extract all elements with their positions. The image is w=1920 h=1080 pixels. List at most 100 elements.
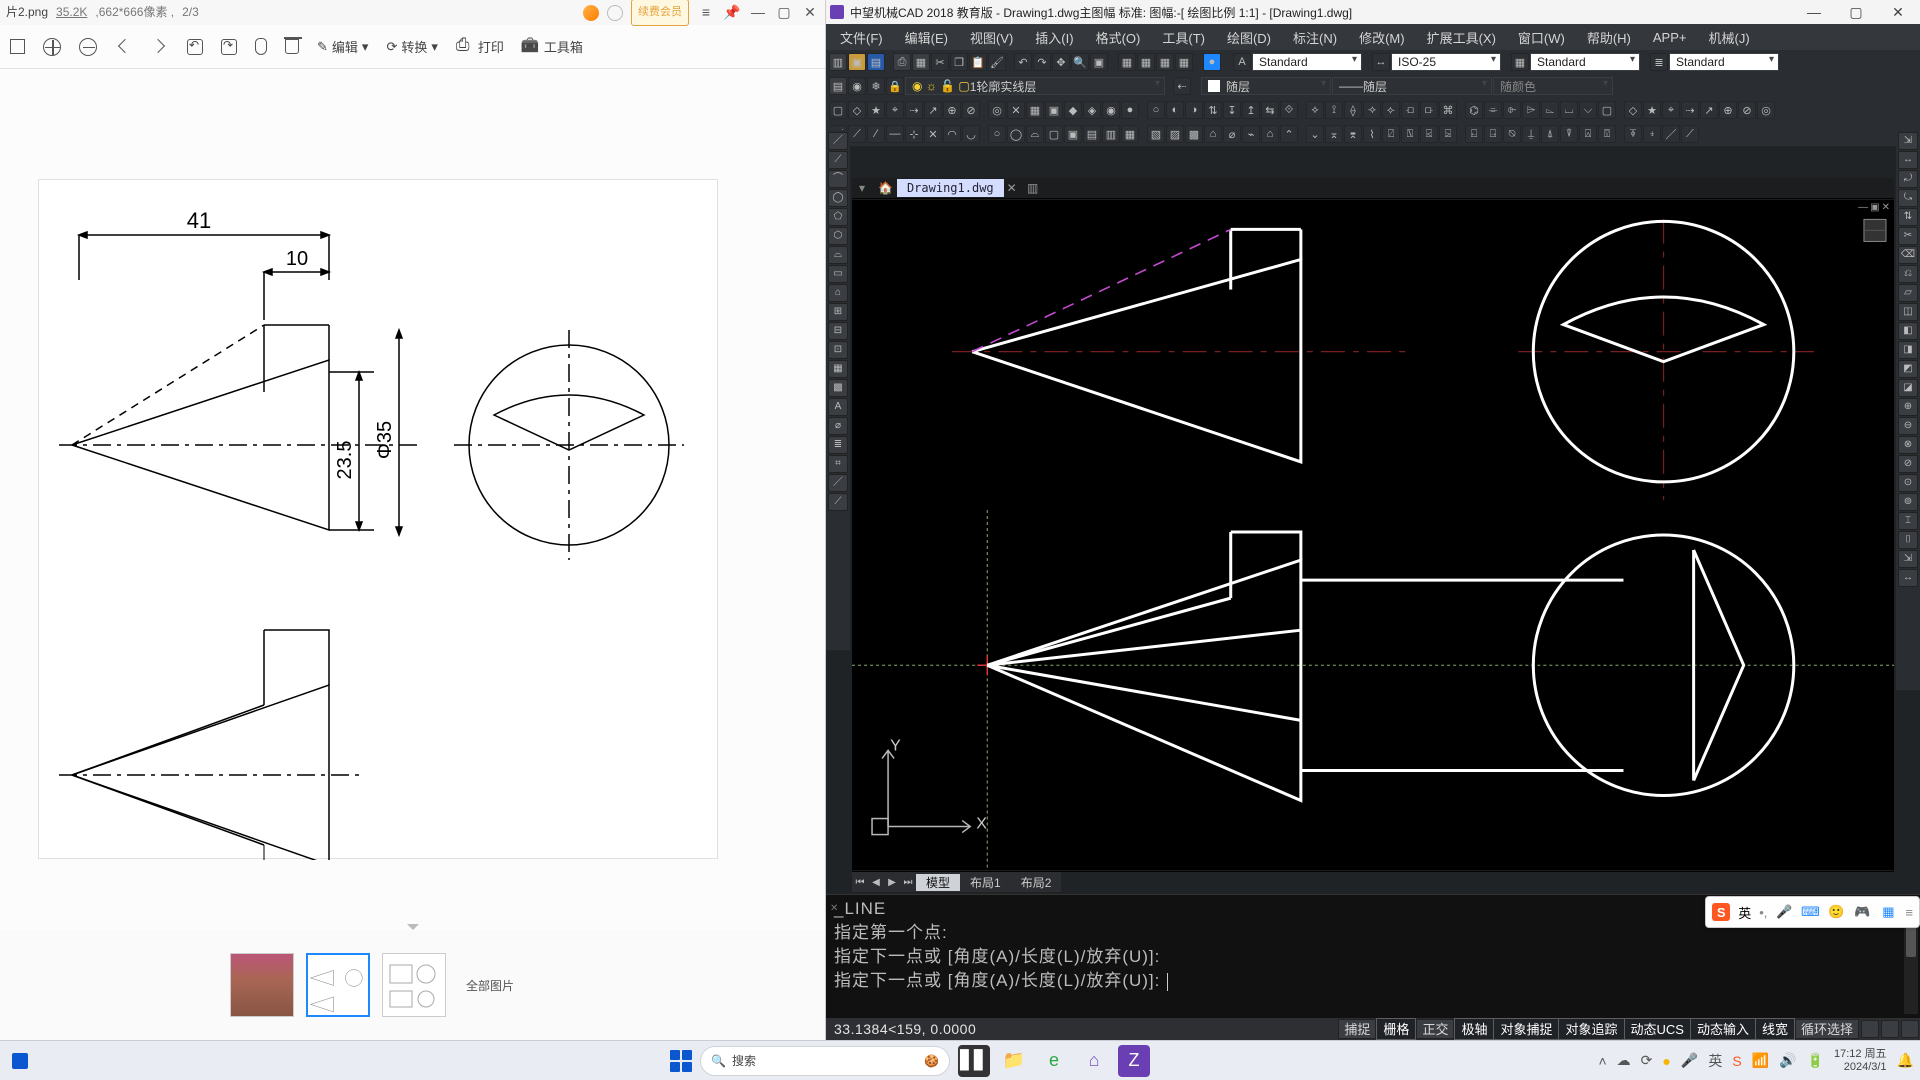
vtoolbar-icon[interactable]: ↔ (1898, 569, 1918, 587)
toolbar-icon[interactable]: ↧ (1223, 101, 1241, 119)
layout-last-icon[interactable]: ⏭ (900, 877, 916, 888)
toolbar-icon[interactable]: ↗ (924, 101, 942, 119)
status-ducs[interactable]: 动态UCS (1625, 1019, 1690, 1039)
toolbar-icon[interactable]: ⌀ (1223, 125, 1241, 143)
vtoolbar-icon[interactable]: ⊡ (828, 341, 848, 359)
toolbar-icon[interactable]: ⌳ (1541, 101, 1559, 119)
toolbar-icon[interactable]: ⌴ (1560, 101, 1578, 119)
layer-frz-icon[interactable]: ❄ (867, 77, 885, 95)
toolbar-icon[interactable]: ○ (988, 125, 1006, 143)
status-snap[interactable]: 捕捉 (1338, 1019, 1376, 1039)
mdi-close-icon[interactable]: ✕ (1882, 202, 1890, 213)
vtoolbar-icon[interactable]: ⇲ (1898, 550, 1918, 568)
ime-mic-icon[interactable]: 🎤 (1775, 903, 1793, 921)
vtoolbar-icon[interactable]: ◨ (1898, 341, 1918, 359)
toolbar-icon[interactable]: ★ (1643, 101, 1661, 119)
tray-lang-icon[interactable]: 英 (1708, 1051, 1722, 1071)
menu-help[interactable]: 帮助(H) (1577, 28, 1641, 47)
toolbar-icon[interactable]: ⍋ (1541, 125, 1559, 143)
toolbar-icon[interactable]: ◯ (1007, 125, 1025, 143)
textstyle-icon[interactable]: A (1233, 53, 1251, 71)
menu-ext[interactable]: 扩展工具(X) (1417, 28, 1506, 47)
toolbar-icon[interactable]: ▨ (1166, 125, 1184, 143)
table1-icon[interactable]: ▦ (1118, 53, 1136, 71)
vtoolbar-icon[interactable]: ◧ (1898, 322, 1918, 340)
toolbar-icon[interactable]: ▦ (1026, 101, 1044, 119)
viewer-canvas[interactable]: 41 10 (0, 69, 825, 930)
color-combo[interactable]: 随层 (1226, 78, 1250, 95)
thumb-1[interactable] (230, 953, 294, 1017)
toolbar-icon[interactable]: ⍕ (1624, 125, 1642, 143)
vtoolbar-icon[interactable]: ⟋ (828, 151, 848, 169)
vtoolbar-icon[interactable]: ▱ (1898, 284, 1918, 302)
toolbar-icon[interactable]: ◑ (1185, 101, 1203, 119)
layout-1[interactable]: 布局1 (960, 874, 1011, 891)
mdi-restore-icon[interactable]: ▣ (1870, 202, 1879, 213)
toolbar-icon[interactable]: ✕ (1007, 101, 1025, 119)
ltype-combo[interactable]: 随层 (1363, 78, 1387, 95)
toolbar-icon[interactable]: ★ (867, 101, 885, 119)
toolbar-icon[interactable]: ⌯ (1484, 101, 1502, 119)
toolbar-icon[interactable]: ⟠ (1344, 101, 1362, 119)
prev-layer-icon[interactable]: ⇠ (1173, 77, 1191, 95)
toolbar-icon[interactable]: ⟋ (848, 125, 866, 143)
dimstyle-icon[interactable]: ↔ (1372, 53, 1390, 71)
status-lw[interactable]: 线宽 (1756, 1019, 1794, 1039)
vtoolbar-icon[interactable]: ▦ (828, 360, 848, 378)
toolbar-icon[interactable]: ⌲ (1522, 101, 1540, 119)
tray-wifi-icon[interactable]: 📶 (1752, 1052, 1769, 1069)
vtoolbar-icon[interactable]: ≣ (828, 436, 848, 454)
toolbar-icon[interactable]: ▩ (1185, 125, 1203, 143)
status-dyn[interactable]: 动态输入 (1691, 1019, 1755, 1039)
cut-icon[interactable]: ✂ (931, 53, 949, 71)
toolbar-icon[interactable]: ◎ (1757, 101, 1775, 119)
assistant-icon[interactable]: ⌂ (1078, 1045, 1110, 1077)
vtoolbar-icon[interactable]: ⌷ (1898, 531, 1918, 549)
vtoolbar-icon[interactable]: ⬠ (828, 208, 848, 226)
zoom-in-icon[interactable] (43, 38, 61, 56)
vtoolbar-icon[interactable]: ▭ (828, 265, 848, 283)
toolbar-icon[interactable]: ⊕ (943, 101, 961, 119)
layer-on-icon[interactable]: ◉ (848, 77, 866, 95)
toolbar-icon[interactable]: ⇆ (1261, 101, 1279, 119)
tray-cloud-icon[interactable]: ☁ (1617, 1052, 1631, 1069)
toolbar-icon[interactable]: ⟣ (1382, 101, 1400, 119)
toolbar-icon[interactable]: ⊘ (962, 101, 980, 119)
vtoolbar-icon[interactable]: ⊚ (1898, 493, 1918, 511)
menu-window[interactable]: 窗口(W) (1508, 28, 1575, 47)
menu-modify[interactable]: 修改(M) (1349, 28, 1415, 47)
toolbar-icon[interactable]: ▣ (1045, 101, 1063, 119)
vtoolbar-icon[interactable]: ⬡ (828, 227, 848, 245)
toolbar-icon[interactable]: — (886, 125, 904, 143)
cad-minimize[interactable]: — (1796, 4, 1832, 20)
tab-drawing1[interactable]: Drawing1.dwg (897, 179, 1004, 197)
toolbar-icon[interactable]: ／ (1662, 125, 1680, 143)
avatar-icon[interactable] (583, 5, 599, 21)
toolbar-icon[interactable]: ⍈ (1484, 125, 1502, 143)
toolbar-icon[interactable]: ⌖ (1662, 101, 1680, 119)
widgets-icon[interactable] (12, 1053, 28, 1069)
ml-style-combo[interactable]: Standard (1669, 53, 1779, 71)
menu-app[interactable]: APP+ (1643, 30, 1697, 45)
ime-keyboard-icon[interactable]: ⌨ (1801, 903, 1819, 921)
toolbar-icon[interactable]: ⌆ (1344, 125, 1362, 143)
layer-lock-icon[interactable]: 🔒 (886, 77, 904, 95)
menu-file[interactable]: 文件(F) (830, 28, 893, 47)
vtoolbar-icon[interactable]: ⤿ (1898, 189, 1918, 207)
toolbar-icon[interactable]: ◉ (1102, 101, 1120, 119)
start-button[interactable] (670, 1050, 692, 1072)
vtoolbar-icon[interactable]: ⊘ (1898, 455, 1918, 473)
vtoolbar-icon[interactable]: ⟋ (828, 493, 848, 511)
print-button[interactable]: 打印 (456, 37, 504, 56)
tabstyle-icon[interactable]: ▦ (1511, 53, 1529, 71)
rotate-right-icon[interactable] (221, 39, 237, 55)
toolbar-icon[interactable]: ▢ (1598, 101, 1616, 119)
tray-notifications-icon[interactable]: 🔔 (1897, 1052, 1914, 1069)
toolbar-icon[interactable]: ◐ (1166, 101, 1184, 119)
rotate-button[interactable]: ⟳ 转换 ▾ (386, 37, 437, 56)
toolbox-button[interactable]: 工具箱 (522, 37, 583, 56)
thumb-2[interactable] (306, 953, 370, 1017)
pin-icon[interactable]: 📌 (723, 0, 741, 25)
status-extra1-icon[interactable] (1861, 1020, 1879, 1038)
vtoolbar-icon[interactable]: ⇲ (1898, 132, 1918, 150)
